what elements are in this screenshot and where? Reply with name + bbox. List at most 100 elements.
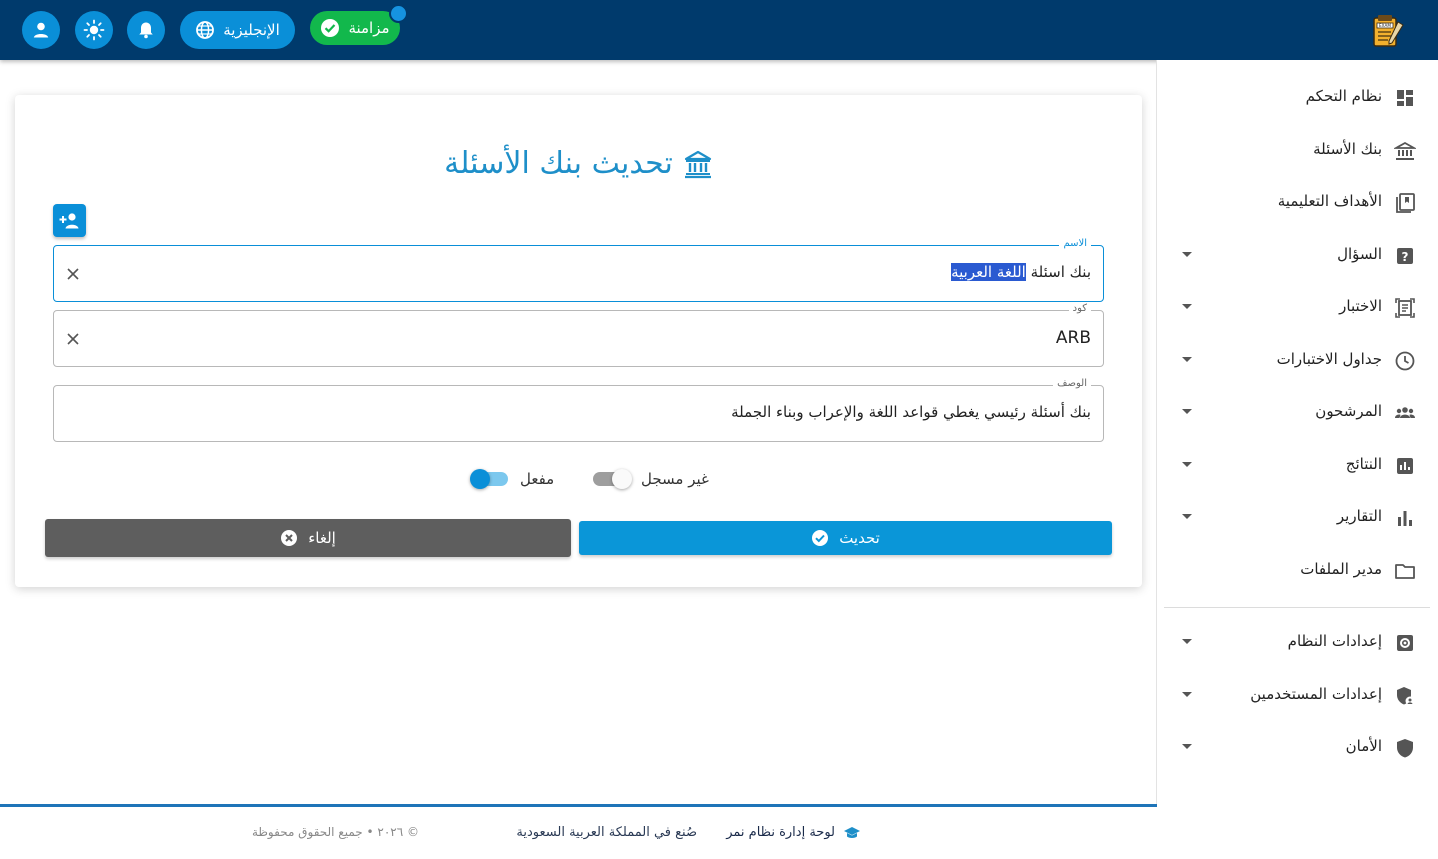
sidebar-item-bank[interactable]: بنك الأسئلة [1156, 131, 1438, 171]
chevron-down-icon[interactable] [1182, 514, 1192, 519]
footer-made-in: صُنع في المملكة العربية السعودية [516, 825, 697, 840]
code-field-value[interactable]: ARB [1056, 328, 1091, 348]
results-icon [1397, 458, 1413, 474]
sync-button[interactable]: مزامنة [310, 11, 400, 45]
description-field[interactable]: الوصف بنك أسئلة رئيسي يغطي قواعد اللغة و… [53, 378, 1104, 442]
chevron-down-icon[interactable] [1182, 357, 1192, 362]
sidebar-item-label: جداول الاختبارات [1276, 350, 1382, 368]
footer-brand: لوحة إدارة نظام نمر [726, 825, 861, 840]
sun-icon [83, 19, 105, 41]
description-field-value[interactable]: بنك أسئلة رئيسي يغطي قواعد اللغة والإعرا… [731, 403, 1091, 421]
sync-status-dot [389, 4, 408, 23]
profile-button[interactable] [22, 11, 60, 49]
sidebar-item-book[interactable]: الأهداف التعليمية [1156, 183, 1438, 223]
name-value-plain: بنك اسئلة [1025, 263, 1091, 281]
code-field-label: كود [1068, 303, 1091, 314]
people-icon [1395, 407, 1415, 418]
registered-toggle[interactable]: غير مسجل [593, 469, 709, 489]
chevron-down-icon[interactable] [1182, 692, 1192, 697]
code-field[interactable]: كود ARB [53, 303, 1104, 367]
language-label: الإنجليزية [223, 21, 280, 39]
svg-text:?: ? [1402, 250, 1409, 264]
sidebar: نظام التحكم بنك الأسئلة الأهداف التعليمية?… [1156, 60, 1438, 859]
top-bar: EXAM مزامنة الإنجليزية [0, 0, 1438, 60]
language-button[interactable]: الإنجليزية [180, 11, 295, 49]
chevron-down-icon[interactable] [1182, 304, 1192, 309]
page-title-text: تحديث بنك الأسئلة [444, 146, 673, 181]
folder-icon [1395, 564, 1415, 579]
sidebar-item-shield[interactable]: الأمان [1156, 728, 1438, 768]
description-field-label: الوصف [1053, 378, 1091, 389]
name-field-value[interactable]: بنك اسئلة اللغة العربية [951, 263, 1091, 281]
sidebar-item-user-shield[interactable]: إعدادات المستخدمين [1156, 676, 1438, 716]
notifications-button[interactable] [127, 11, 165, 49]
settings-icon [1397, 635, 1413, 651]
sidebar-item-people[interactable]: المرشحون [1156, 393, 1438, 433]
sidebar-item-label: الأمان [1345, 737, 1382, 755]
chevron-down-icon[interactable] [1182, 252, 1192, 257]
sidebar-item-label: المرشحون [1315, 402, 1382, 420]
graduation-cap-icon [844, 826, 860, 838]
sidebar-item-results[interactable]: النتائج [1156, 446, 1438, 486]
chevron-down-icon[interactable] [1182, 462, 1192, 467]
bank-icon [684, 150, 711, 178]
active-toggle[interactable]: مفعل [470, 469, 555, 489]
sidebar-item-label: النتائج [1345, 455, 1382, 473]
clear-icon[interactable] [66, 332, 80, 346]
sidebar-item-label: الأهداف التعليمية [1277, 192, 1382, 210]
sidebar-item-reports[interactable]: التقارير [1156, 498, 1438, 538]
chevron-down-icon[interactable] [1182, 639, 1192, 644]
sidebar-item-folder[interactable]: مدير الملفات [1156, 551, 1438, 591]
chevron-down-icon[interactable] [1182, 744, 1192, 749]
globe-icon [196, 21, 215, 39]
exam-logo-icon[interactable]: EXAM [1368, 12, 1406, 50]
active-switch[interactable] [470, 469, 508, 489]
book-icon [1396, 193, 1415, 213]
chevron-down-icon[interactable] [1182, 409, 1192, 414]
cancel-button[interactable]: إلغاء [45, 519, 571, 557]
update-button[interactable]: تحديث [579, 521, 1112, 555]
sidebar-item-label: مدير الملفات [1300, 560, 1382, 578]
sidebar-item-label: الاختبار [1339, 297, 1382, 315]
sidebar-item-settings[interactable]: إعدادات النظام [1156, 623, 1438, 663]
sidebar-item-label: التقارير [1336, 507, 1382, 525]
user-plus-icon [59, 212, 78, 228]
theme-toggle-button[interactable] [75, 11, 113, 49]
clear-icon[interactable] [66, 267, 80, 281]
footer: لوحة إدارة نظام نمر صُنع في المملكة العر… [0, 807, 1157, 859]
user-shield-icon [1397, 687, 1415, 706]
bank-icon [1394, 141, 1416, 160]
sidebar-item-exam[interactable]: الاختبار [1156, 288, 1438, 328]
name-value-selected: اللغة العربية [951, 263, 1026, 281]
close-circle-icon [281, 530, 298, 546]
update-label: تحديث [839, 529, 880, 547]
sidebar-item-clock[interactable]: جداول الاختبارات [1156, 341, 1438, 381]
footer-copyright: © ٢٠٢٦ • جميع الحقوق محفوظة [251, 825, 419, 839]
registered-toggle-label: غير مسجل [641, 470, 709, 488]
sidebar-item-question[interactable]: ? السؤال [1156, 236, 1438, 276]
sidebar-item-label: إعدادات النظام [1287, 632, 1382, 650]
sync-label: مزامنة [348, 19, 390, 37]
svg-text:EXAM: EXAM [1379, 23, 1391, 28]
registered-switch[interactable] [593, 469, 632, 489]
reports-icon [1398, 511, 1412, 526]
name-field[interactable]: الاسم بنك اسئلة اللغة العربية [53, 238, 1104, 302]
add-user-button[interactable] [53, 204, 86, 237]
check-circle-icon [812, 530, 829, 546]
dashboard-icon [1397, 90, 1413, 106]
sidebar-item-label: إعدادات المستخدمين [1250, 685, 1382, 703]
clock-icon [1395, 351, 1415, 371]
user-icon [33, 22, 49, 38]
switch-knob [612, 469, 632, 489]
sidebar-item-label: السؤال [1337, 245, 1382, 263]
footer-brand-text: لوحة إدارة نظام نمر [726, 825, 835, 840]
exam-icon [1395, 298, 1415, 318]
cancel-label: إلغاء [308, 529, 336, 547]
question-icon: ? [1397, 248, 1413, 264]
page-title: تحديث بنك الأسئلة [0, 146, 1157, 181]
sidebar-item-dashboard[interactable]: نظام التحكم [1156, 78, 1438, 118]
sidebar-item-label: بنك الأسئلة [1313, 140, 1382, 158]
check-circle-icon [321, 19, 340, 37]
sidebar-item-label: نظام التحكم [1305, 87, 1382, 105]
active-toggle-label: مفعل [520, 470, 555, 488]
